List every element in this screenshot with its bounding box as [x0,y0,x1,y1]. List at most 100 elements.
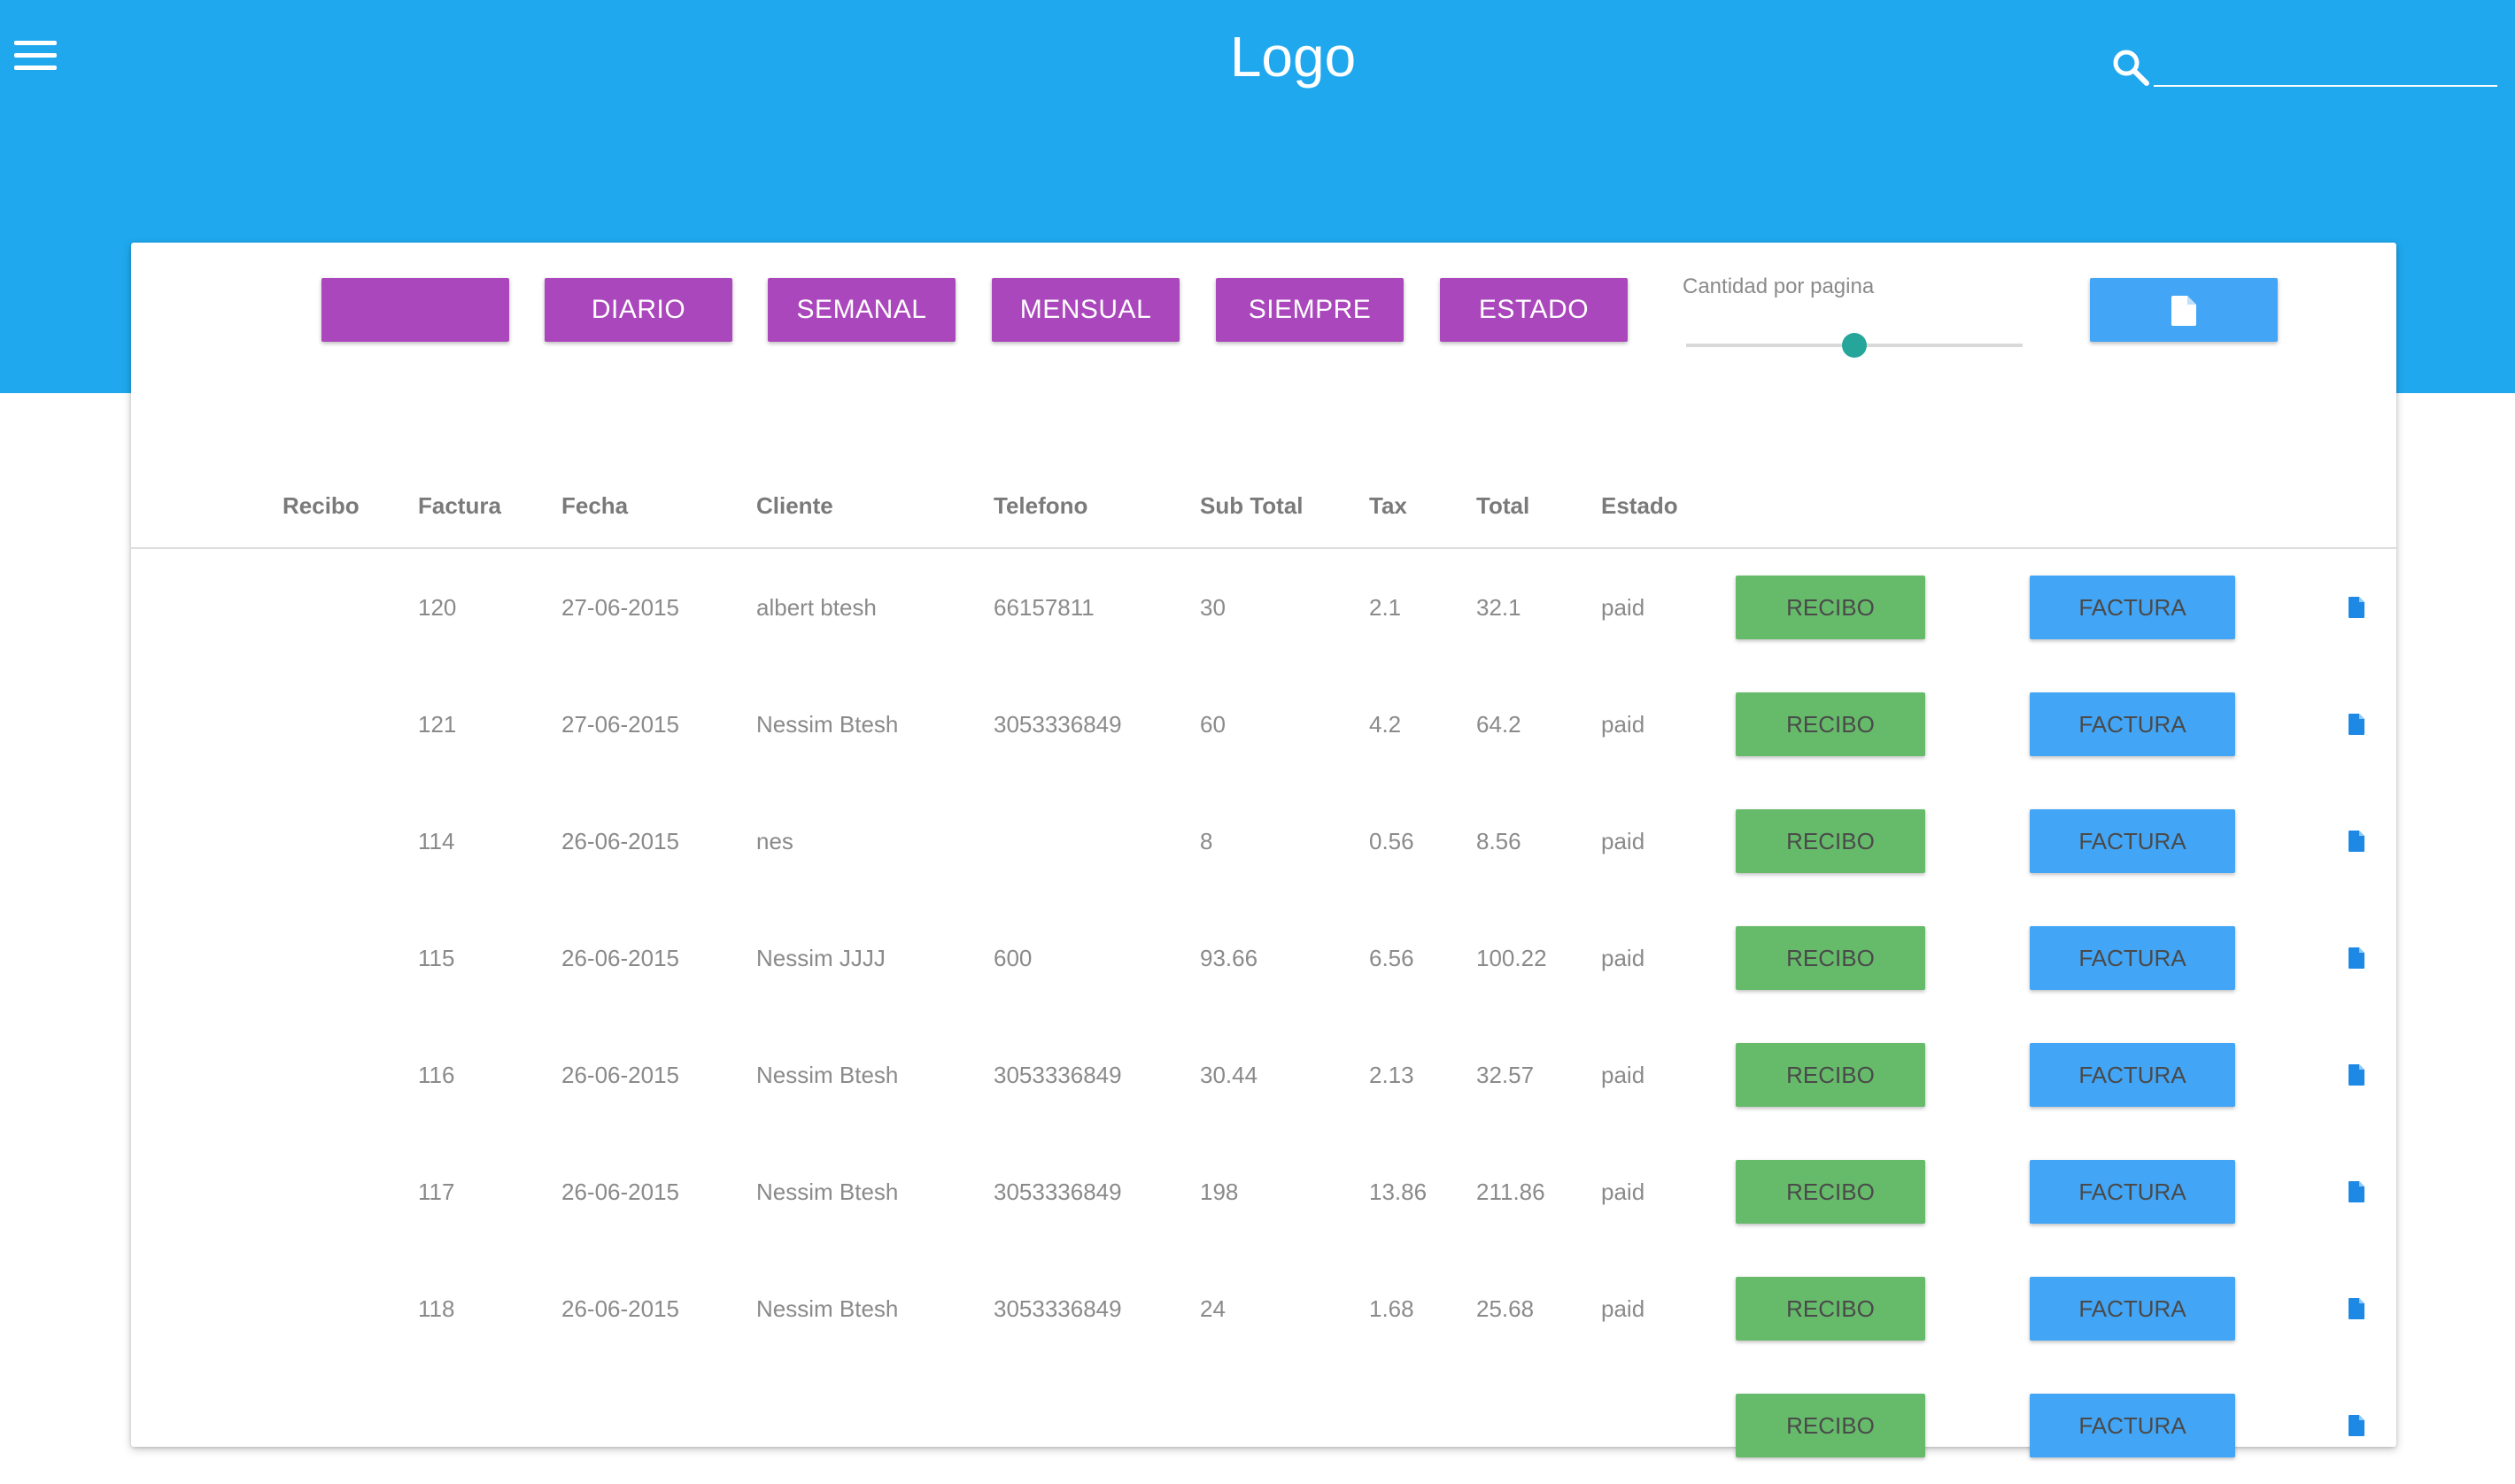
factura-button[interactable]: FACTURA [2030,1043,2235,1107]
cell-total: 32.1 [1476,594,1521,621]
file-icon[interactable] [2349,714,2364,735]
cell-subtotal: 93.66 [1200,945,1258,971]
cell-subtotal: 198 [1200,1179,1239,1205]
recibo-button[interactable]: RECIBO [1736,576,1925,639]
file-icon[interactable] [2349,1064,2364,1086]
recibo-button[interactable]: RECIBO [1736,1277,1925,1341]
cell-fecha: 26-06-2015 [561,1062,679,1088]
cell-cliente: albert btesh [756,594,877,621]
cell-total: 8.56 [1476,828,1521,854]
cell-telefono: 3053336849 [994,711,1122,738]
cell-total: 211.86 [1476,1179,1545,1205]
cell-telefono: 3053336849 [994,1062,1122,1088]
table-row: 118 26-06-2015 Nessim Btesh 3053336849 24 1.6… [131,1250,2396,1367]
filter-button-semanal[interactable]: SEMANAL [768,278,956,342]
cell-estado: paid [1601,828,1645,854]
factura-button[interactable]: FACTURA [2030,1277,2235,1341]
column-header-tax[interactable]: Tax [1369,492,1407,520]
file-icon [2171,296,2196,326]
column-header-estado[interactable]: Estado [1601,492,1678,520]
hamburger-menu-icon[interactable] [14,41,57,71]
cell-total: 100.22 [1476,945,1547,971]
cell-tax: 2.13 [1369,1062,1414,1088]
search-icon[interactable] [2111,48,2150,87]
file-icon[interactable] [2349,947,2364,969]
column-header-fecha[interactable]: Fecha [561,492,628,520]
cell-subtotal: 8 [1200,828,1213,854]
search-input[interactable] [2154,44,2497,87]
cell-estado: paid [1601,711,1645,738]
column-header-recibo[interactable]: Recibo [282,492,360,520]
column-header-cliente[interactable]: Cliente [756,492,833,520]
cell-factura: 121 [418,711,457,738]
cell-factura: 120 [418,594,457,621]
cell-subtotal: 60 [1200,711,1226,738]
cell-estado: paid [1601,1062,1645,1088]
cell-subtotal: 24 [1200,1295,1226,1322]
cell-tax: 0.56 [1369,828,1414,854]
cell-factura: 114 [418,828,455,854]
recibo-button[interactable]: RECIBO [1736,1160,1925,1224]
cell-factura: 116 [418,1062,455,1088]
cell-cliente: Nessim Btesh [756,1062,899,1088]
recibo-button[interactable]: RECIBO [1736,1394,1925,1457]
cell-factura: 115 [418,945,455,971]
cell-cliente: Nessim Btesh [756,1179,899,1205]
file-icon[interactable] [2349,1298,2364,1319]
cell-cliente: Nessim Btesh [756,1295,899,1322]
filter-button-mensual[interactable]: MENSUAL [992,278,1180,342]
cell-tax: 6.56 [1369,945,1414,971]
recibo-button[interactable]: RECIBO [1736,1043,1925,1107]
cell-tax: 4.2 [1369,711,1402,738]
cell-subtotal: 30.44 [1200,1062,1258,1088]
app-logo[interactable]: Logo [1169,21,1417,92]
recibo-button[interactable]: RECIBO [1736,926,1925,990]
column-header-factura[interactable]: Factura [418,492,501,520]
factura-button[interactable]: FACTURA [2030,926,2235,990]
cell-factura: 118 [418,1295,455,1322]
cell-total: 64.2 [1476,711,1521,738]
factura-button[interactable]: FACTURA [2030,1160,2235,1224]
slider-thumb[interactable] [1842,333,1867,358]
file-icon[interactable] [2349,831,2364,852]
export-file-button[interactable] [2090,278,2278,342]
factura-button[interactable]: FACTURA [2030,1394,2235,1457]
table-row: 116 26-06-2015 Nessim Btesh 3053336849 30.44… [131,1016,2396,1133]
cell-tax: 13.86 [1369,1179,1428,1205]
cell-subtotal: 30 [1200,594,1226,621]
cell-estado: paid [1601,945,1645,971]
filter-button-siempre[interactable]: SIEMPRE [1216,278,1404,342]
cell-tax: 1.68 [1369,1295,1414,1322]
recibo-button[interactable]: RECIBO [1736,692,1925,756]
table-row: 120 27-06-2015 albert btesh 66157811 30 2.1 32… [131,549,2396,666]
items-per-page-label: Cantidad por pagina [1683,274,1875,298]
table-row: 117 26-06-2015 Nessim Btesh 3053336849 198 13… [131,1133,2396,1250]
file-icon[interactable] [2349,1181,2364,1202]
items-per-page-slider[interactable] [1686,333,2023,358]
invoices-card: DIARIO SEMANAL MENSUAL SIEMPRE ESTADO Ca… [131,243,2396,1457]
cell-fecha: 26-06-2015 [561,1295,679,1322]
cell-fecha: 26-06-2015 [561,945,679,971]
factura-button[interactable]: FACTURA [2030,809,2235,873]
table-row: 115 26-06-2015 Nessim JJJJ 600 93.66 6.56 100.… [131,900,2396,1016]
cell-cliente: nes [756,828,793,854]
filter-button-estado[interactable]: ESTADO [1440,278,1628,342]
recibo-button[interactable]: RECIBO [1736,809,1925,873]
cell-telefono: 600 [994,945,1033,971]
filter-button-blank[interactable] [321,278,509,342]
cell-fecha: 26-06-2015 [561,1179,679,1205]
cell-estado: paid [1601,1179,1645,1205]
cell-fecha: 27-06-2015 [561,594,679,621]
factura-button[interactable]: FACTURA [2030,692,2235,756]
column-header-sub-total[interactable]: Sub Total [1200,492,1304,520]
factura-button[interactable]: FACTURA [2030,576,2235,639]
column-header-telefono[interactable]: Telefono [994,492,1087,520]
file-icon[interactable] [2349,597,2364,618]
filter-button-diario[interactable]: DIARIO [545,278,732,342]
cell-estado: paid [1601,1295,1645,1322]
column-header-total[interactable]: Total [1476,492,1529,520]
table-row: RECIBO FACTURA [131,1367,2396,1484]
cell-telefono: 3053336849 [994,1295,1122,1322]
cell-total: 32.57 [1476,1062,1535,1088]
file-icon[interactable] [2349,1415,2364,1436]
